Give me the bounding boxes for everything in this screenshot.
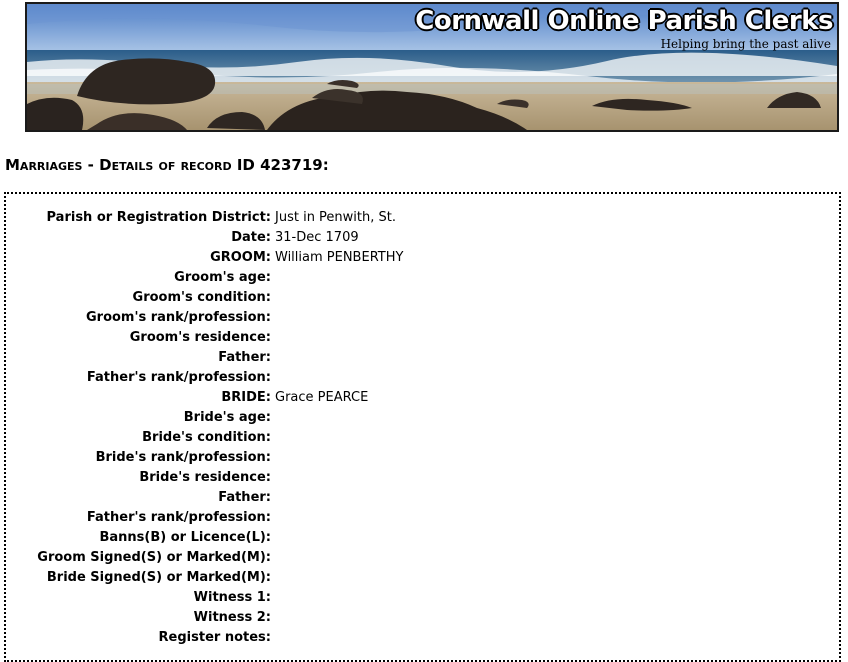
record-row: Register notes:	[6, 628, 403, 648]
field-label: Groom's residence:	[129, 330, 271, 345]
field-value: Grace PEARCE	[275, 390, 369, 405]
field-value: Just in Penwith, St.	[275, 210, 396, 225]
field-label: Bride's age:	[183, 410, 271, 425]
record-details-box: Parish or Registration District: Just in …	[4, 192, 841, 662]
field-label: Father's rank/profession:	[86, 370, 271, 385]
field-value	[275, 548, 403, 568]
record-row: Bride Signed(S) or Marked(M):	[6, 568, 403, 588]
page-title: Marriages - Details of record ID 423719:	[5, 156, 329, 174]
field-value	[275, 588, 403, 608]
field-label: Bride's rank/profession:	[95, 450, 271, 465]
field-value	[275, 288, 403, 308]
field-value	[275, 528, 403, 548]
field-value: William PENBERTHY	[275, 250, 404, 265]
site-banner: Cornwall Online Parish Clerks Helping br…	[25, 2, 839, 132]
record-row: Banns(B) or Licence(L):	[6, 528, 403, 548]
record-row: Parish or Registration District: Just in …	[6, 208, 403, 228]
field-label: Father:	[218, 490, 271, 505]
record-row: Groom's residence:	[6, 328, 403, 348]
record-row: Bride's age:	[6, 408, 403, 428]
record-row: Father:	[6, 488, 403, 508]
field-label: Father's rank/profession:	[86, 510, 271, 525]
record-row: GROOM: William PENBERTHY	[6, 248, 403, 268]
field-label: GROOM:	[210, 250, 271, 265]
field-label: Witness 1:	[193, 590, 271, 605]
record-row: Bride's condition:	[6, 428, 403, 448]
record-row: BRIDE: Grace PEARCE	[6, 388, 403, 408]
field-label: Bride Signed(S) or Marked(M):	[46, 570, 271, 585]
record-row: Witness 2:	[6, 608, 403, 628]
field-label: Date:	[231, 230, 271, 245]
site-title: Cornwall Online Parish Clerks	[415, 6, 833, 36]
field-label: Parish or Registration District:	[46, 210, 272, 225]
field-label: Bride's residence:	[139, 470, 271, 485]
field-label: Groom's age:	[174, 270, 271, 285]
field-label: Groom's rank/profession:	[85, 310, 271, 325]
field-value	[275, 328, 403, 348]
record-row: Witness 1:	[6, 588, 403, 608]
record-details-table: Parish or Registration District: Just in …	[6, 208, 403, 648]
field-value	[275, 428, 403, 448]
field-value	[275, 308, 403, 328]
record-row: Date: 31-Dec 1709	[6, 228, 403, 248]
field-label: Banns(B) or Licence(L):	[99, 530, 271, 545]
record-row: Groom's rank/profession:	[6, 308, 403, 328]
field-label: Father:	[218, 350, 271, 365]
field-value	[275, 608, 403, 628]
field-value	[275, 628, 403, 648]
record-row: Father:	[6, 348, 403, 368]
field-value	[275, 488, 403, 508]
field-value	[275, 368, 403, 388]
record-row: Bride's rank/profession:	[6, 448, 403, 468]
record-row: Father's rank/profession:	[6, 508, 403, 528]
field-label: Witness 2:	[193, 610, 271, 625]
field-value	[275, 348, 403, 368]
field-value	[275, 508, 403, 528]
record-row: Father's rank/profession:	[6, 368, 403, 388]
field-label: Register notes:	[158, 630, 271, 645]
field-value	[275, 408, 403, 428]
site-tagline: Helping bring the past alive	[660, 37, 831, 51]
field-value	[275, 448, 403, 468]
record-row: Groom's age:	[6, 268, 403, 288]
field-value: 31-Dec 1709	[275, 230, 359, 245]
field-label: Groom's condition:	[132, 290, 271, 305]
field-label: Groom Signed(S) or Marked(M):	[37, 550, 271, 565]
record-row: Groom's condition:	[6, 288, 403, 308]
field-value	[275, 468, 403, 488]
field-label: BRIDE:	[221, 390, 271, 405]
record-row: Bride's residence:	[6, 468, 403, 488]
field-value	[275, 568, 403, 588]
record-row: Groom Signed(S) or Marked(M):	[6, 548, 403, 568]
field-label: Bride's condition:	[142, 430, 271, 445]
field-value	[275, 268, 403, 288]
